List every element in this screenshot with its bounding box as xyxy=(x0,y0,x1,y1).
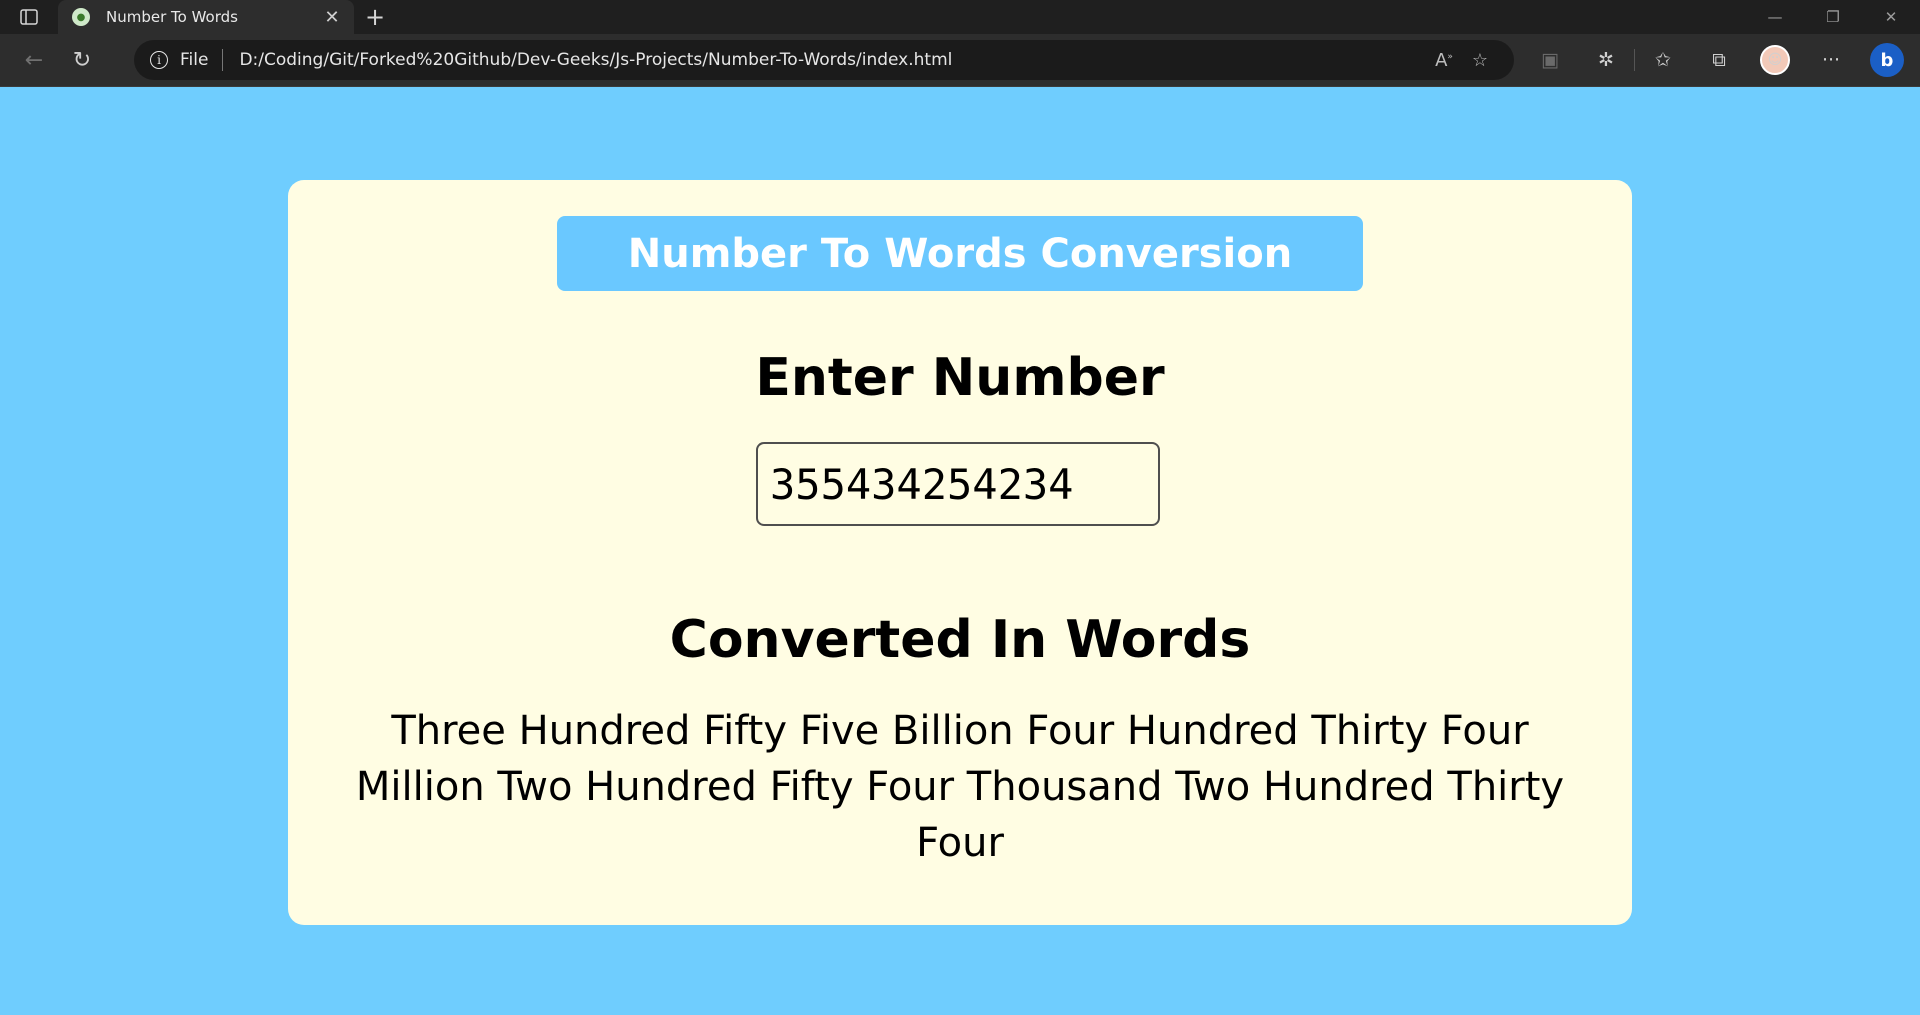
address-scheme: File xyxy=(180,50,209,70)
bing-button[interactable]: b xyxy=(1859,40,1915,80)
bing-icon: b xyxy=(1870,43,1904,77)
puzzle-icon[interactable]: ✲ xyxy=(1578,40,1634,80)
favorites-icon[interactable]: ✩ xyxy=(1635,40,1691,80)
page-title: Number To Words Conversion xyxy=(557,216,1363,291)
minimize-icon[interactable]: — xyxy=(1746,0,1804,34)
number-input[interactable] xyxy=(756,442,1160,526)
browser-toolbar: ← ↻ i File D:/Coding/Git/Forked%20Github… xyxy=(0,34,1920,87)
address-divider xyxy=(222,49,224,71)
profile-button[interactable]: ☺ xyxy=(1747,40,1803,80)
tab-title: Number To Words xyxy=(106,8,238,26)
address-url[interactable]: D:/Coding/Git/Forked%20Github/Dev-Geeks/… xyxy=(239,50,1426,70)
toolbar-icons: ▣ ✲ ✩ ⧉ ☺ ··· b xyxy=(1522,40,1915,80)
address-bar[interactable]: i File D:/Coding/Git/Forked%20Github/Dev… xyxy=(134,40,1514,80)
tab-actions-icon[interactable] xyxy=(0,0,58,34)
browser-tab[interactable]: ● Number To Words ✕ xyxy=(58,0,354,34)
window-controls: — ❐ ✕ xyxy=(1746,0,1920,34)
collections-icon[interactable]: ⧉ xyxy=(1691,40,1747,80)
input-label: Enter Number xyxy=(755,348,1165,408)
browser-titlebar: ● Number To Words ✕ + — ❐ ✕ xyxy=(0,0,1920,34)
more-icon[interactable]: ··· xyxy=(1803,40,1859,80)
extension-icon[interactable]: ▣ xyxy=(1522,40,1578,80)
new-tab-plus-icon[interactable]: + xyxy=(354,0,396,34)
output-label: Converted In Words xyxy=(669,610,1251,670)
restore-icon[interactable]: ❐ xyxy=(1804,0,1862,34)
read-aloud-icon[interactable]: A» xyxy=(1426,50,1462,71)
avatar: ☺ xyxy=(1760,45,1790,75)
back-icon[interactable]: ← xyxy=(10,40,58,80)
info-icon[interactable]: i xyxy=(150,51,168,69)
window-close-icon[interactable]: ✕ xyxy=(1862,0,1920,34)
refresh-icon[interactable]: ↻ xyxy=(58,40,106,80)
converter-card: Number To Words Conversion Enter Number … xyxy=(288,180,1632,925)
add-favorite-icon[interactable]: ☆ xyxy=(1462,50,1498,71)
close-tab-icon[interactable]: ✕ xyxy=(322,7,342,28)
converted-words-text: Three Hundred Fifty Five Billion Four Hu… xyxy=(355,708,1565,866)
tab-favicon-icon: ● xyxy=(72,8,90,26)
